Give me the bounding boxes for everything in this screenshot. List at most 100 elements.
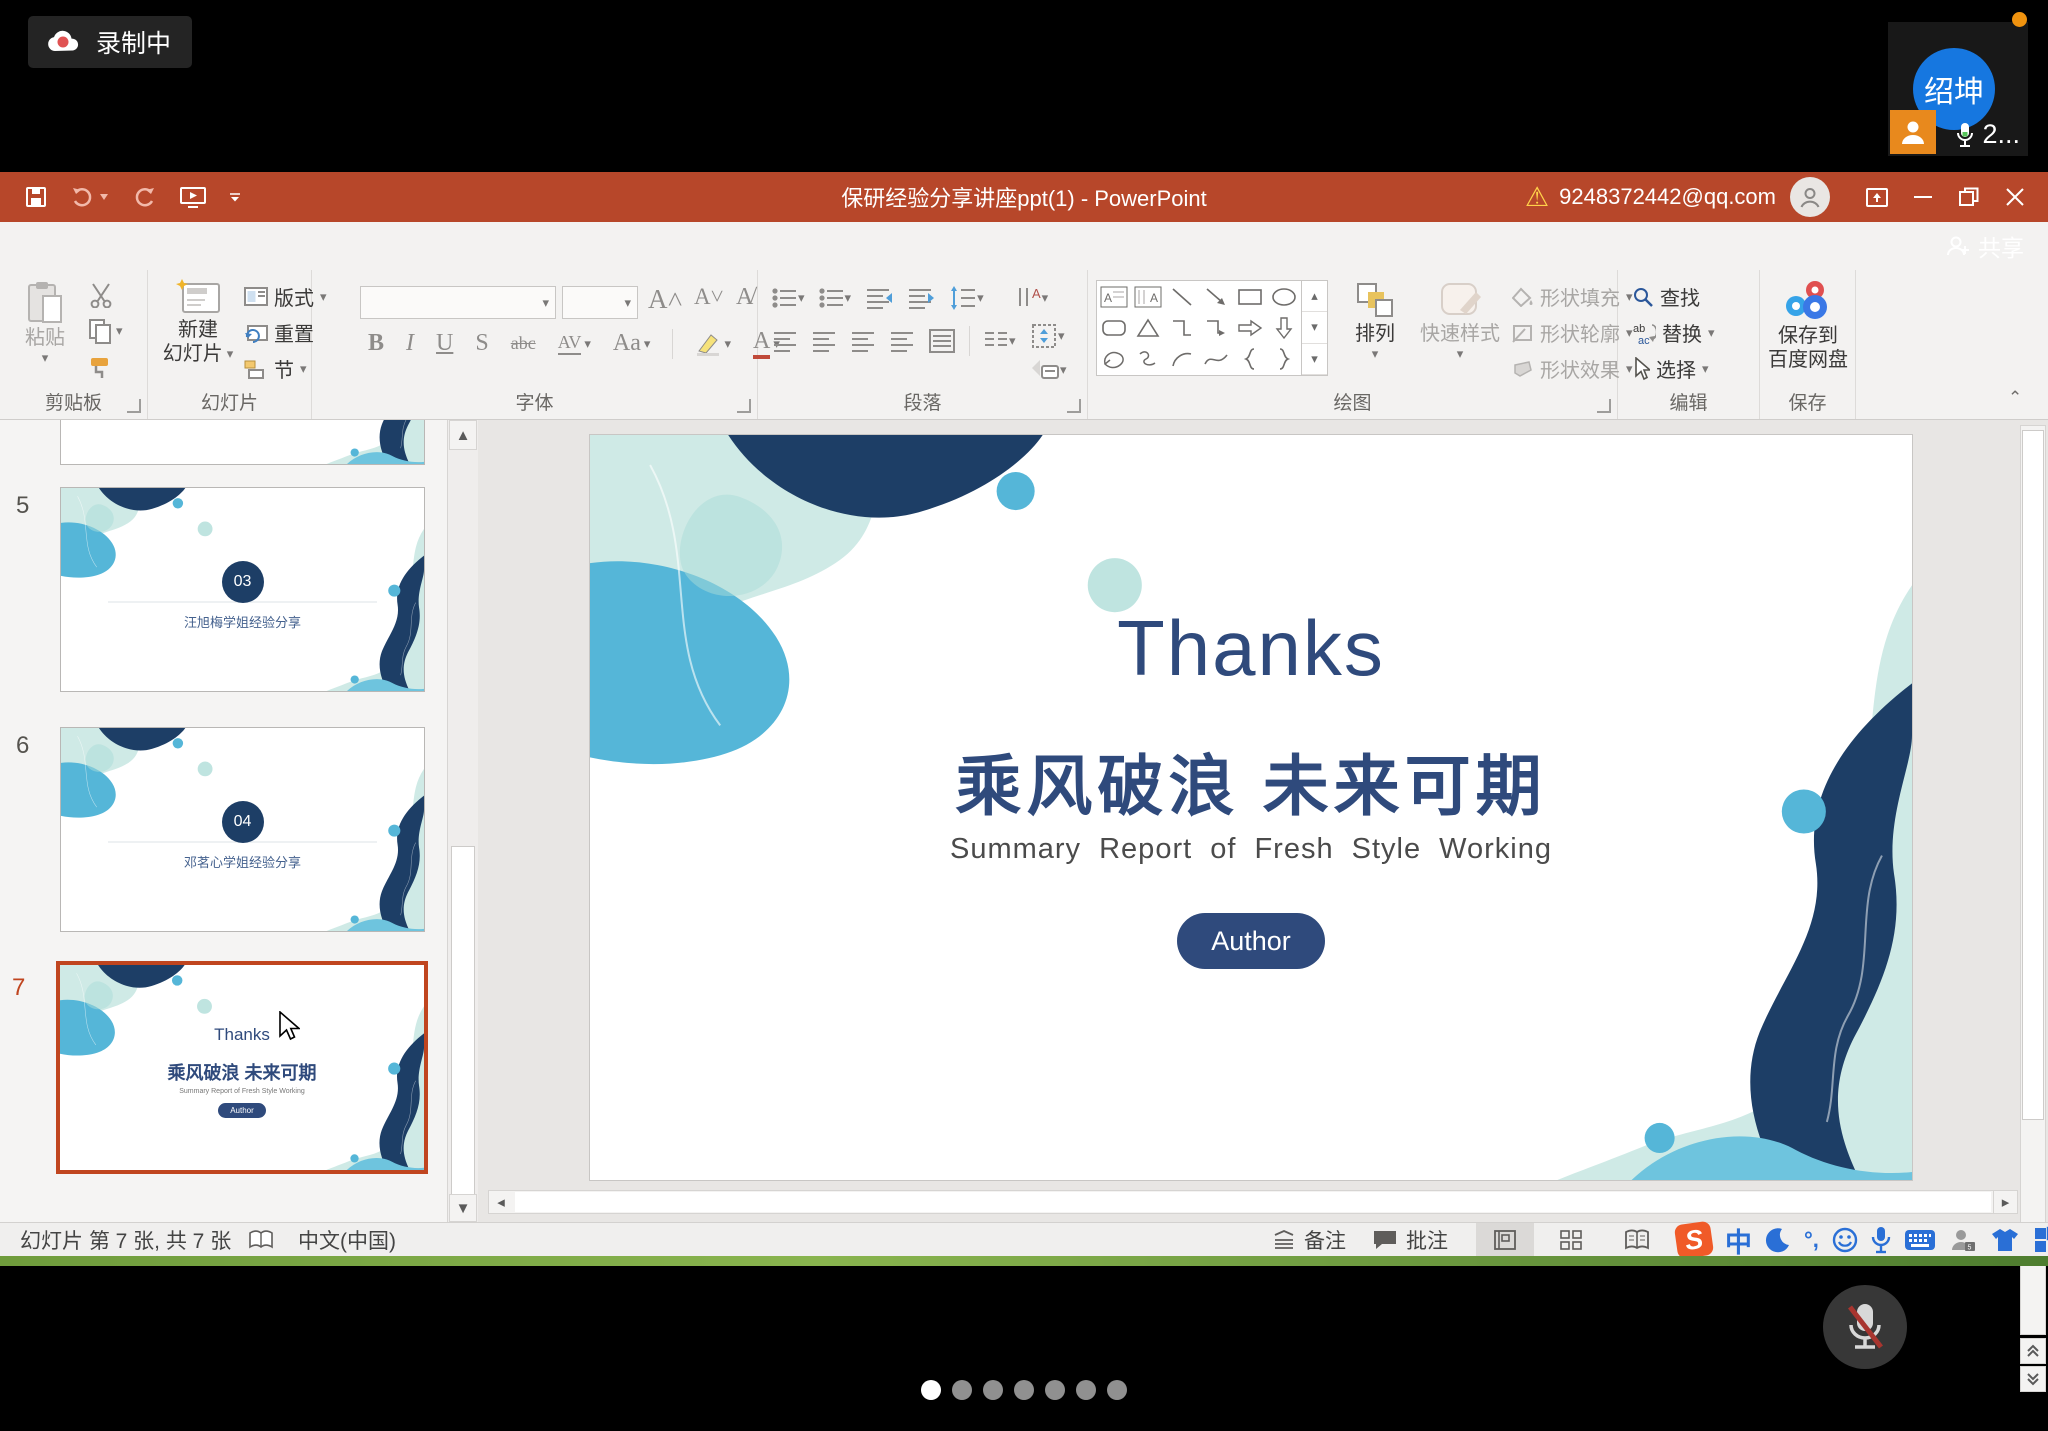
redo-icon[interactable] xyxy=(131,186,157,208)
notes-button[interactable]: 备注 xyxy=(1272,1223,1346,1256)
section-button[interactable]: 节▾ xyxy=(244,354,307,383)
thumb-scrollbar-thumb[interactable] xyxy=(451,846,475,1196)
highlight-color-button[interactable]: ▾ xyxy=(695,331,731,357)
ime-voice-icon[interactable] xyxy=(1871,1226,1891,1254)
ime-account-icon[interactable]: 5 xyxy=(1949,1226,1977,1254)
editor-vscrollbar-thumb[interactable] xyxy=(2022,430,2044,1120)
text-direction-button[interactable]: A▾ xyxy=(1014,284,1049,312)
comments-button[interactable]: 批注 xyxy=(1372,1223,1448,1256)
rounded-rect-shape-icon[interactable] xyxy=(1101,317,1127,339)
previous-slide-button[interactable] xyxy=(2020,1338,2046,1364)
thumb-scroll-up-button[interactable]: ▲ xyxy=(449,420,477,450)
qat-customize-icon[interactable] xyxy=(229,193,241,202)
format-painter-button[interactable] xyxy=(88,356,114,382)
textbox-shape-icon[interactable]: A xyxy=(1100,286,1128,308)
reading-view-button[interactable] xyxy=(1608,1223,1666,1256)
ime-keyboard-icon[interactable] xyxy=(1904,1228,1936,1252)
triangle-shape-icon[interactable] xyxy=(1136,317,1160,339)
page-dot[interactable] xyxy=(921,1380,941,1400)
align-center-button[interactable] xyxy=(811,328,837,354)
ime-moon-icon[interactable] xyxy=(1765,1227,1791,1253)
sogou-logo[interactable]: S xyxy=(1674,1221,1714,1260)
page-dot[interactable] xyxy=(983,1380,1003,1400)
shrink-font-button[interactable]: A˅ xyxy=(694,284,724,310)
save-icon[interactable] xyxy=(24,185,48,209)
character-spacing-button[interactable]: AV▾ xyxy=(558,332,591,355)
warning-icon[interactable]: ⚠ xyxy=(1525,182,1549,213)
slide-headline-text[interactable]: 乘风破浪 未来可期 xyxy=(590,733,1912,829)
italic-button[interactable]: I xyxy=(406,330,414,357)
account-email[interactable]: 9248372442@qq.com xyxy=(1559,184,1776,210)
shapes-scroll-up[interactable]: ▴ xyxy=(1302,281,1327,312)
thumbnail-scrollbar[interactable]: ▲ ▼ xyxy=(448,420,478,1222)
next-slide-button[interactable] xyxy=(2020,1366,2046,1392)
restore-button[interactable] xyxy=(1946,172,1992,222)
paragraph-dialog-launcher[interactable] xyxy=(1067,399,1081,413)
shape-effects-button[interactable]: 形状效果▾ xyxy=(1512,354,1633,383)
hscroll-right-button[interactable]: ▸ xyxy=(1993,1191,2017,1213)
minimize-button[interactable] xyxy=(1900,172,1946,222)
columns-button[interactable]: ▾ xyxy=(983,328,1016,354)
down-arrow-shape-icon[interactable] xyxy=(1273,316,1295,340)
undo-button[interactable] xyxy=(70,186,109,208)
language-indicator[interactable]: 中文(中国) xyxy=(298,1223,396,1256)
slide-thumbnail-4-partial[interactable] xyxy=(60,420,427,467)
hscrollbar-thumb[interactable] xyxy=(515,1192,1991,1212)
replace-button[interactable]: abac 替换▾ xyxy=(1632,318,1715,347)
clipboard-dialog-launcher[interactable] xyxy=(127,399,141,413)
slide-title-text[interactable]: Thanks xyxy=(590,603,1912,694)
line-spacing-button[interactable]: ▾ xyxy=(949,285,984,311)
shapes-more-button[interactable]: ▾ xyxy=(1302,344,1327,375)
page-dot[interactable] xyxy=(1045,1380,1065,1400)
mute-microphone-button[interactable] xyxy=(1823,1285,1907,1369)
shapes-scroll-down[interactable]: ▾ xyxy=(1302,312,1327,343)
rectangle-shape-icon[interactable] xyxy=(1237,286,1263,308)
strikethrough-button[interactable]: abc xyxy=(511,333,536,354)
underline-button[interactable]: U xyxy=(436,330,453,357)
ime-skin-icon[interactable] xyxy=(1990,1227,2020,1253)
slide-thumbnail-5[interactable]: 03 汪旭梅学姐经验分享 xyxy=(60,487,425,692)
start-slideshow-icon[interactable] xyxy=(179,185,207,209)
font-dialog-launcher[interactable] xyxy=(737,399,751,413)
reset-button[interactable]: 重置 xyxy=(244,318,314,347)
distributed-button[interactable] xyxy=(928,328,956,354)
ime-emoji-icon[interactable] xyxy=(1832,1227,1858,1253)
arrow-shape-icon[interactable] xyxy=(1204,286,1228,308)
ime-toolbox-icon[interactable] xyxy=(2033,1226,2048,1254)
arc-shape-icon[interactable] xyxy=(1170,348,1194,370)
page-dot[interactable] xyxy=(1014,1380,1034,1400)
find-button[interactable]: 查找 xyxy=(1632,282,1700,311)
normal-view-button[interactable] xyxy=(1476,1223,1534,1256)
ime-lang-toggle[interactable]: 中 xyxy=(1725,1221,1752,1260)
drawing-dialog-launcher[interactable] xyxy=(1597,399,1611,413)
new-slide-button[interactable]: 新建 幻灯片▾ xyxy=(156,278,240,366)
oval-shape-icon[interactable] xyxy=(1271,286,1297,308)
scribble-shape-icon[interactable] xyxy=(1136,348,1160,370)
curve-shape-icon[interactable] xyxy=(1203,348,1229,370)
clear-formatting-button[interactable]: A̸ xyxy=(736,284,753,311)
cut-button[interactable] xyxy=(88,282,114,308)
convert-smartart-button[interactable]: ▾ xyxy=(1030,358,1067,382)
slide-canvas[interactable]: Thanks 乘风破浪 未来可期 Summary Report of Fresh… xyxy=(590,435,1912,1180)
hscroll-left-button[interactable]: ◂ xyxy=(489,1191,513,1213)
paste-button[interactable]: 粘贴▾ xyxy=(14,280,76,366)
editor-vscrollbar[interactable] xyxy=(2020,425,2046,1335)
align-right-button[interactable] xyxy=(850,328,876,354)
copy-button[interactable]: ▾ xyxy=(88,318,123,344)
editor-hscrollbar[interactable]: ◂ ▸ xyxy=(488,1190,2018,1214)
font-size-combo[interactable]: ▾ xyxy=(562,286,638,319)
align-text-button[interactable]: ▾ xyxy=(1030,322,1065,350)
vertical-textbox-shape-icon[interactable]: A xyxy=(1134,286,1162,308)
bullets-button[interactable]: ▾ xyxy=(772,285,805,311)
bold-button[interactable]: B xyxy=(368,330,384,357)
change-case-button[interactable]: Aa▾ xyxy=(613,330,651,357)
select-button[interactable]: 选择▾ xyxy=(1632,354,1709,383)
slide-sorter-view-button[interactable] xyxy=(1542,1223,1600,1256)
account-avatar[interactable] xyxy=(1790,177,1830,217)
arrange-button[interactable]: 排列▾ xyxy=(1340,280,1410,362)
elbow-arrow-connector-icon[interactable] xyxy=(1204,317,1228,339)
close-button[interactable] xyxy=(1992,172,2038,222)
left-brace-shape-icon[interactable] xyxy=(1242,347,1258,371)
spellcheck-icon[interactable] xyxy=(248,1223,274,1256)
line-shape-icon[interactable] xyxy=(1170,286,1194,308)
